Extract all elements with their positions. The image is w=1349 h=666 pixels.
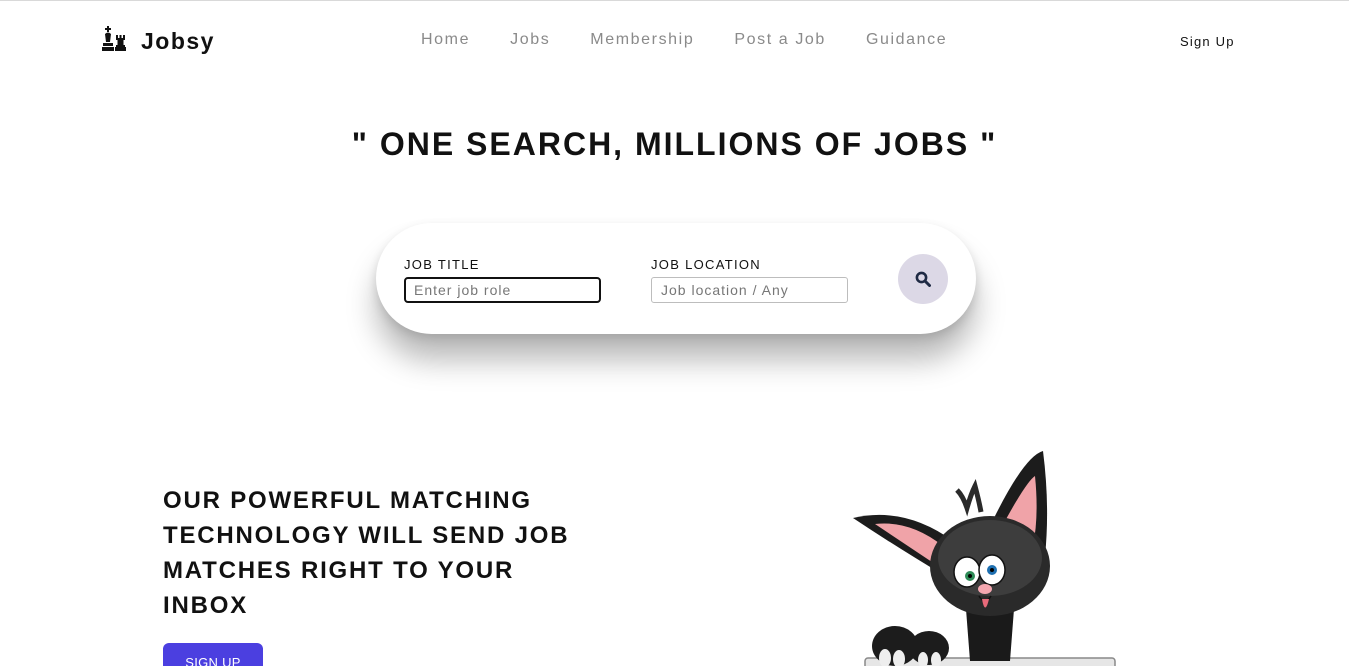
job-location-input[interactable]	[651, 277, 848, 303]
nav-jobs[interactable]: Jobs	[490, 31, 570, 49]
sign-up-link[interactable]: Sign Up	[1180, 34, 1235, 49]
nav-membership[interactable]: Membership	[570, 31, 714, 49]
chess-pieces-icon	[102, 26, 126, 51]
nav-guidance[interactable]: Guidance	[846, 31, 967, 49]
nav-post-a-job[interactable]: Post a Job	[714, 31, 846, 49]
brand-logo[interactable]: Jobsy	[101, 25, 215, 54]
search-button[interactable]	[898, 254, 948, 304]
promo-sign-up-button[interactable]: SIGN UP	[163, 643, 263, 666]
job-search-box: JOB TITLE JOB LOCATION	[376, 223, 976, 334]
nav-home[interactable]: Home	[401, 31, 490, 49]
promo-text: OUR POWERFUL MATCHING TECHNOLOGY WILL SE…	[163, 487, 570, 619]
cartoon-cat-mascot-icon	[853, 451, 1116, 666]
hero-title: " ONE SEARCH, MILLIONS OF JOBS "	[351, 126, 998, 162]
main-nav: Home Jobs Membership Post a Job Guidance	[401, 31, 967, 49]
brand-name: Jobsy	[141, 28, 215, 54]
search-icon	[915, 271, 931, 287]
job-location-label: JOB LOCATION	[651, 257, 761, 272]
job-title-label: JOB TITLE	[404, 257, 480, 272]
job-title-input[interactable]	[404, 277, 601, 303]
